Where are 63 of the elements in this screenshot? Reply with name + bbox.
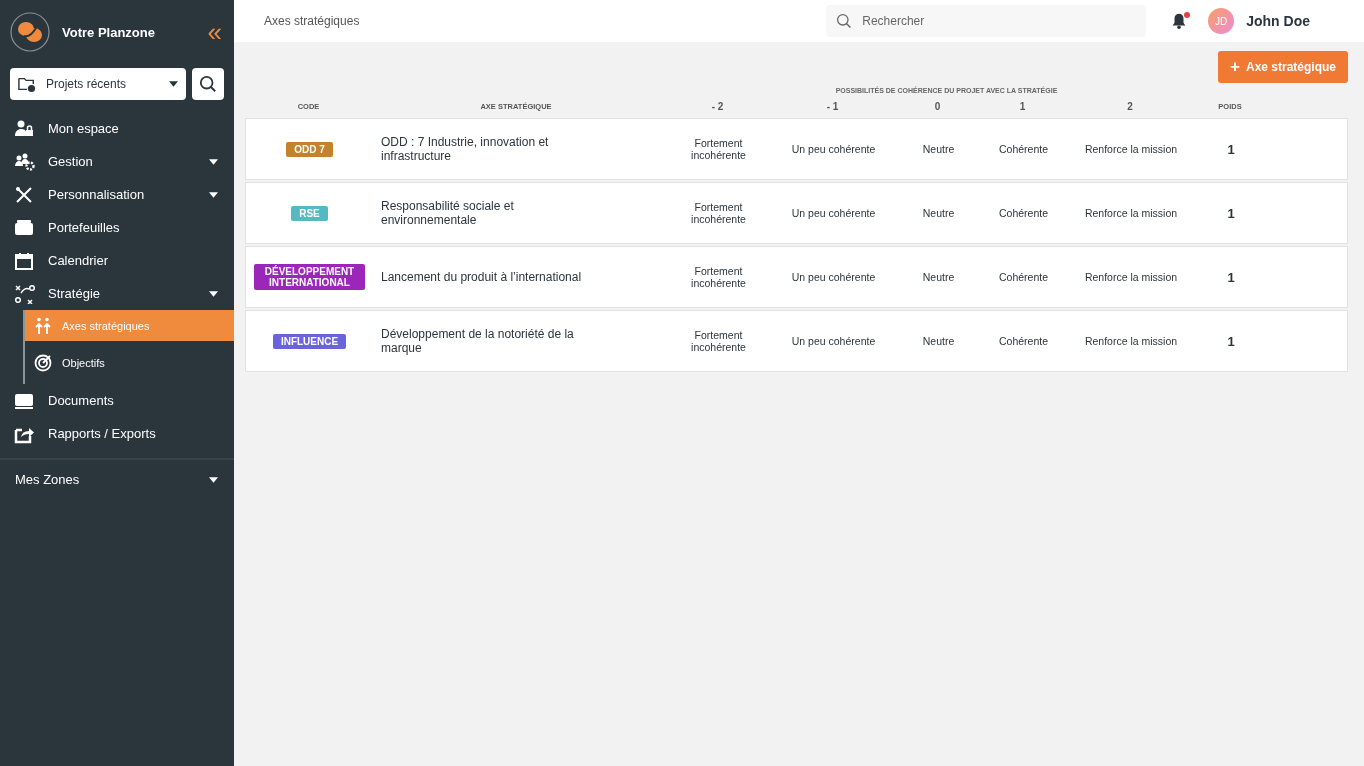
nav-icon	[14, 151, 38, 172]
column-header: 1	[1018, 100, 1027, 112]
nav-item[interactable]: Rapports / Exports	[0, 417, 234, 450]
weight-value: 1	[1226, 205, 1236, 221]
coherence-label: Fortement incohérente	[690, 201, 747, 225]
nav-icon	[34, 316, 52, 335]
coherence-label: Cohérente	[997, 335, 1049, 347]
axis-name: Développement de la notoriété de la marque	[380, 327, 575, 355]
coherence-label: Neutre	[921, 271, 956, 283]
zones-menu[interactable]: Mes Zones	[0, 458, 234, 487]
weight-value: 1	[1226, 141, 1236, 157]
search-icon	[199, 75, 217, 93]
search-button[interactable]	[192, 68, 224, 100]
coherence-label: Renforce la mission	[1083, 143, 1179, 155]
column-header: 2	[1126, 100, 1134, 112]
nav-item[interactable]: Personnalisation	[0, 178, 234, 211]
axis-name: ODD : 7 Industrie, innovation et infrastructure	[380, 135, 550, 163]
coherence-label: Fortement incohérente	[690, 137, 747, 161]
coherence-label: Neutre	[921, 335, 956, 347]
coherence-label: Fortement incohérente	[690, 329, 747, 353]
coherence-label: Un peu cohérente	[790, 207, 877, 219]
axis-name: Responsabilité sociale et environnementale	[380, 199, 515, 227]
caret-icon	[169, 81, 178, 87]
coherence-label: Cohérente	[997, 271, 1049, 283]
nav-item[interactable]: Gestion	[0, 145, 234, 178]
coherence-label: Un peu cohérente	[790, 271, 877, 283]
weight-value: 1	[1226, 333, 1236, 349]
nav-subitem[interactable]: Objectifs	[25, 347, 234, 378]
nav-item[interactable]: Portefeuilles	[0, 211, 234, 244]
code-tag: DÉVELOPPEMENT INTERNATIONAL	[254, 264, 365, 290]
nav-icon	[14, 283, 38, 304]
coherence-label: Un peu cohérente	[790, 143, 877, 155]
search-field[interactable]: Rechercher	[826, 5, 1147, 37]
notification-bell-icon[interactable]	[1170, 12, 1189, 30]
nav-icon	[34, 353, 52, 372]
coherence-label: Neutre	[921, 207, 956, 219]
weight-value: 1	[1226, 269, 1236, 285]
recent-projects-dropdown[interactable]: Projets récents	[10, 68, 186, 100]
collapse-button[interactable]: «	[207, 19, 222, 45]
code-tag: INFLUENCE	[272, 333, 347, 349]
code-tag: ODD 7	[286, 141, 333, 157]
coherence-label: Cohérente	[997, 207, 1049, 219]
axis-name: Lancement du produit à l’international	[380, 270, 583, 284]
code-tag: RSE	[291, 205, 328, 221]
folder-clock-icon	[18, 75, 36, 93]
page-title: Axes stratégiques	[264, 14, 361, 28]
coherence-label: Renforce la mission	[1083, 271, 1179, 283]
column-header: - 1	[825, 100, 840, 112]
column-header: 0	[933, 100, 942, 112]
logo-icon	[10, 12, 50, 52]
coherence-label: Neutre	[921, 143, 956, 155]
coherence-label: Cohérente	[997, 143, 1049, 155]
brand-name: Votre Planzone	[62, 24, 156, 40]
column-header: - 2	[710, 100, 725, 112]
coherence-label: Renforce la mission	[1083, 335, 1179, 347]
coherence-label: Fortement incohérente	[690, 265, 747, 289]
coherence-label: Un peu cohérente	[790, 335, 877, 347]
nav-item[interactable]: Calendrier	[0, 244, 234, 277]
coherence-label: Renforce la mission	[1083, 207, 1179, 219]
nav-item[interactable]: Documents	[0, 384, 234, 417]
nav-item[interactable]: Mon espace	[0, 112, 234, 145]
nav-item[interactable]: Stratégie	[0, 277, 234, 310]
user-name: John Doe	[1246, 13, 1310, 29]
